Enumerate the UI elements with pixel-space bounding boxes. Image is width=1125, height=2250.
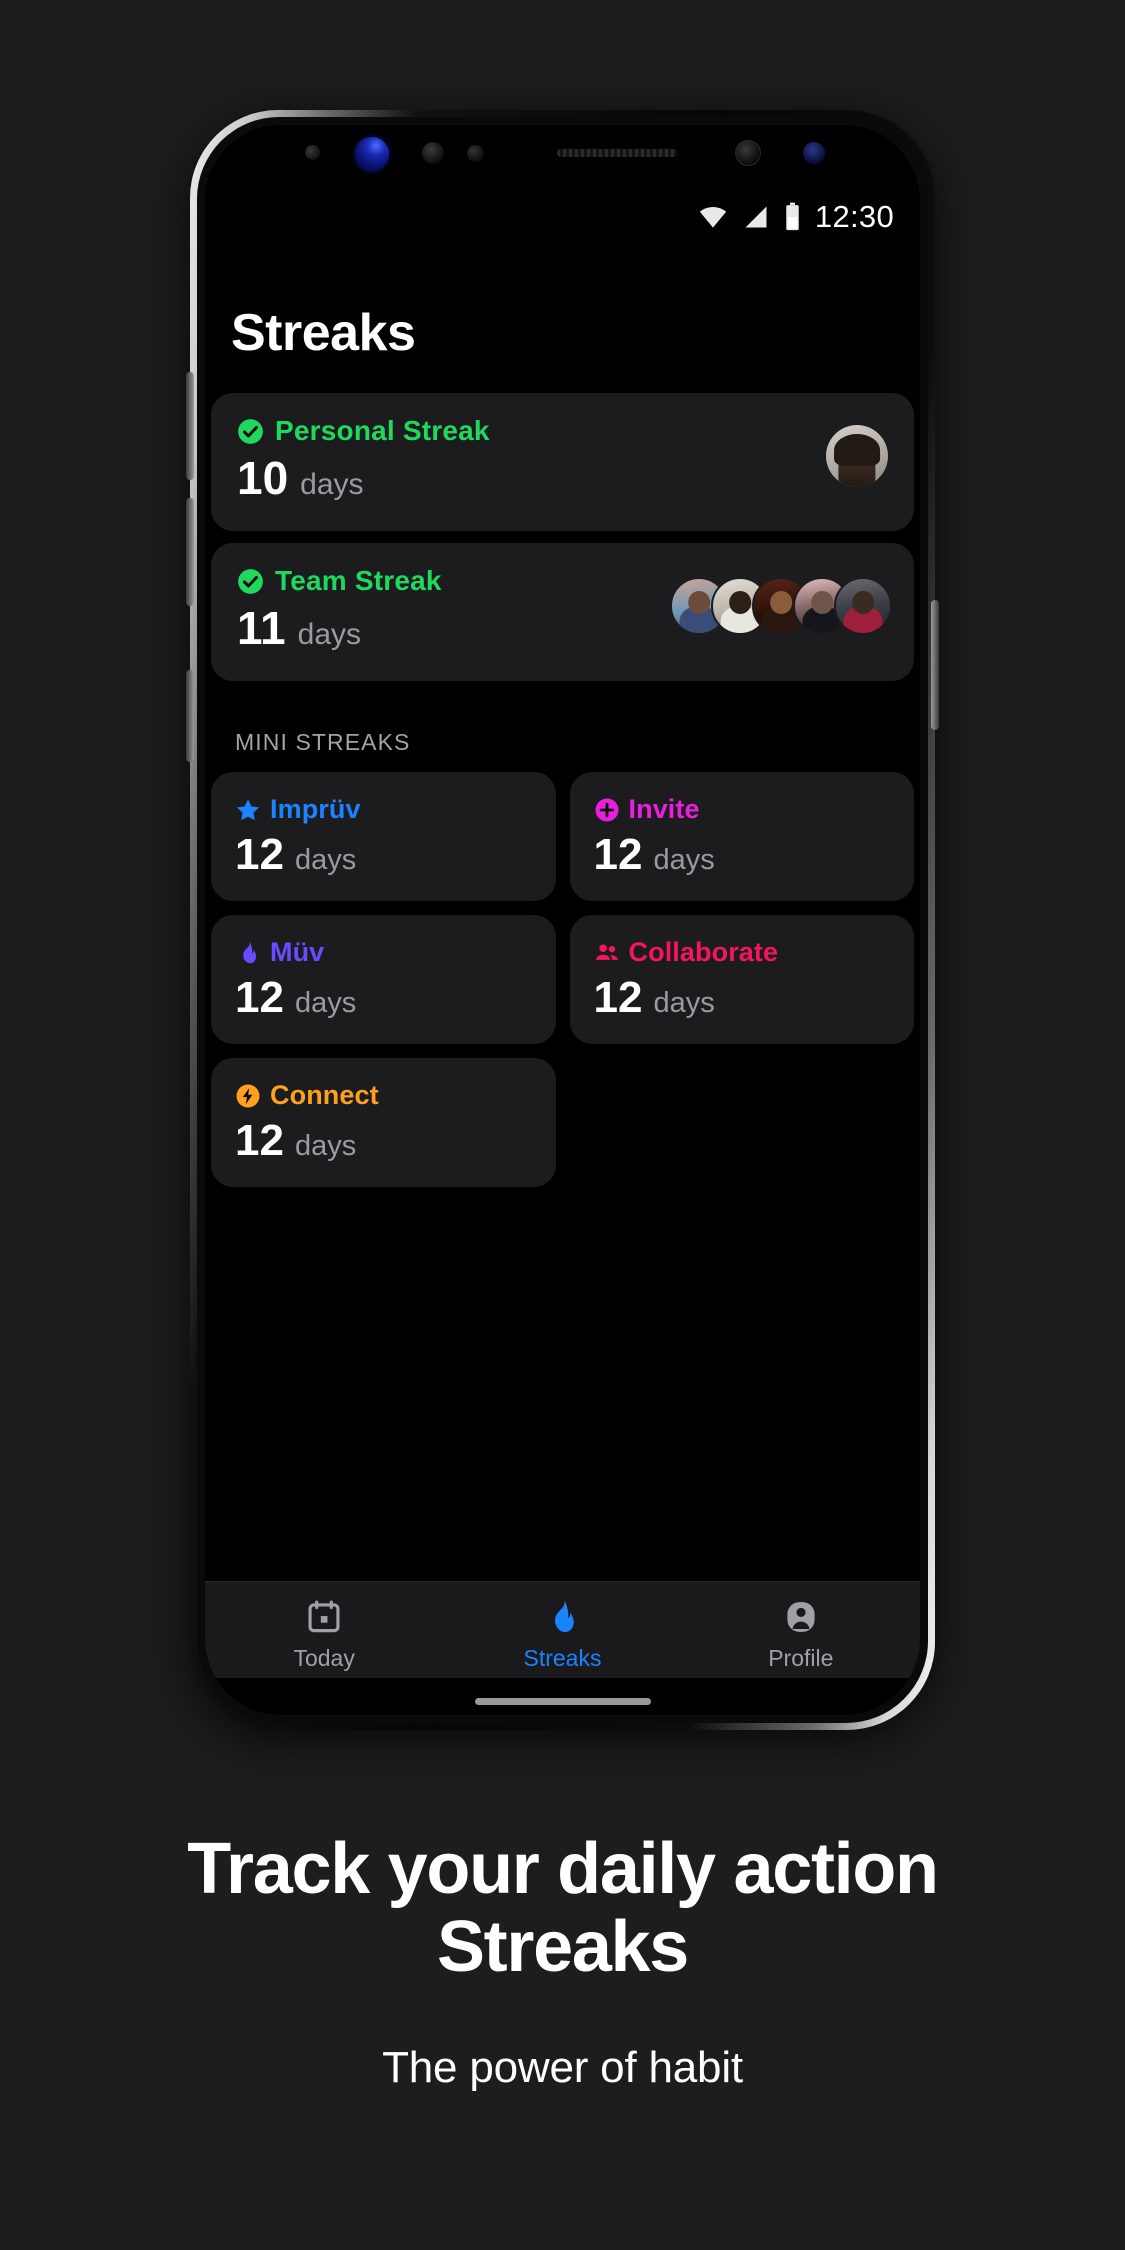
assistant-button[interactable] xyxy=(186,670,194,762)
plus-circle-icon xyxy=(595,798,618,821)
mini-streak-card-muv[interactable]: Müv 12 days xyxy=(211,915,556,1044)
mini-streak-metric: 12 days xyxy=(594,976,891,1020)
promo-headline-line2: Streaks xyxy=(436,1907,689,1988)
promo-caption: Track your daily action Streaks The powe… xyxy=(0,1830,1125,2093)
mini-streak-unit: days xyxy=(653,987,715,1019)
front-camera-icon xyxy=(355,137,389,171)
team-streak-count: 11 xyxy=(237,602,286,654)
promo-subhead: The power of habit xyxy=(382,2042,743,2092)
mini-streak-label: Imprüv xyxy=(270,794,361,824)
team-avatar-stack[interactable] xyxy=(670,577,892,635)
mini-streak-label: Collaborate xyxy=(628,937,779,967)
bottom-tab-bar: Today Streaks Profile xyxy=(205,1581,920,1678)
avatar xyxy=(834,577,892,635)
mini-streak-count: 12 xyxy=(593,830,643,879)
status-bar: 12:30 xyxy=(205,189,920,245)
promo-headline: Track your daily action Streaks xyxy=(0,1830,1125,1987)
mini-streak-card-connect[interactable]: Connect 12 days xyxy=(211,1058,556,1187)
avatar-head xyxy=(688,590,710,614)
tab-profile[interactable]: Profile xyxy=(682,1598,920,1672)
tab-label-today: Today xyxy=(293,1645,355,1671)
tab-today[interactable]: Today xyxy=(205,1598,443,1672)
volume-down-button[interactable] xyxy=(186,498,194,606)
avatar-head xyxy=(852,590,874,614)
avatar-hair xyxy=(834,433,880,466)
app-screen: 12:30 Streaks Personal Streak 10 days Te… xyxy=(205,189,920,1715)
mini-streak-metric: 12 days xyxy=(235,976,532,1020)
mini-streak-header: Invite xyxy=(594,794,891,825)
promo-screenshot-page: 12:30 Streaks Personal Streak 10 days Te… xyxy=(0,0,1125,2250)
mini-streak-metric: 12 days xyxy=(235,1119,532,1163)
mini-streak-card-invite[interactable]: Invite 12 days xyxy=(569,772,914,901)
mini-streak-label: Connect xyxy=(270,1080,379,1110)
tab-label-profile: Profile xyxy=(768,1645,834,1671)
flame-icon xyxy=(555,1600,575,1633)
person-icon xyxy=(787,1602,815,1632)
app-header: Streaks xyxy=(205,245,920,393)
people-icon xyxy=(595,943,618,960)
personal-streak-count: 10 xyxy=(237,452,289,504)
bolt-circle-icon xyxy=(236,1084,260,1107)
promo-headline-line1: Track your daily action xyxy=(187,1829,939,1909)
mini-streak-header: Müv xyxy=(235,937,532,968)
mini-streak-card-collaborate[interactable]: Collaborate 12 days xyxy=(569,915,914,1044)
personal-streak-label: Personal Streak xyxy=(275,415,490,446)
iris-scanner-icon xyxy=(803,142,825,164)
home-indicator[interactable] xyxy=(474,1698,651,1705)
cellular-signal-icon xyxy=(745,206,767,228)
status-bar-clock: 12:30 xyxy=(814,199,894,234)
ir-sensor-icon xyxy=(305,145,320,160)
mini-streak-metric: 12 days xyxy=(594,833,891,877)
personal-streak-card[interactable]: Personal Streak 10 days xyxy=(211,393,914,531)
tab-streaks[interactable]: Streaks xyxy=(443,1598,681,1672)
team-streak-unit: days xyxy=(297,618,362,651)
mini-streak-header: Connect xyxy=(235,1080,532,1111)
personal-streak-header: Personal Streak xyxy=(237,415,888,447)
mini-streak-header: Collaborate xyxy=(594,937,891,968)
earpiece-speaker xyxy=(557,149,677,157)
star-icon xyxy=(236,798,260,820)
page-title: Streaks xyxy=(231,304,416,362)
mini-streak-header: Imprüv xyxy=(235,794,532,825)
wifi-icon xyxy=(699,207,727,228)
mini-streak-count: 12 xyxy=(235,830,284,879)
avatar-head xyxy=(729,590,751,614)
flame-icon xyxy=(243,941,257,963)
avatar-head xyxy=(770,590,792,614)
calendar-icon xyxy=(308,1600,340,1633)
avatar-head xyxy=(811,590,833,614)
top-bezel xyxy=(205,125,920,189)
personal-streak-unit: days xyxy=(300,468,364,501)
battery-icon xyxy=(786,202,799,231)
notification-led-icon xyxy=(467,145,484,162)
personal-streak-metric: 10 days xyxy=(237,455,888,502)
phone-device-mockup: 12:30 Streaks Personal Streak 10 days Te… xyxy=(186,110,939,1730)
check-circle-icon xyxy=(238,418,263,444)
volume-up-button[interactable] xyxy=(186,372,194,480)
mini-streak-unit: days xyxy=(294,1130,357,1162)
mini-streaks-grid: Imprüv 12 days Invite 12 days Müv 12 day… xyxy=(205,772,920,1187)
proximity-sensor-icon xyxy=(422,142,444,164)
phone-display: 12:30 Streaks Personal Streak 10 days Te… xyxy=(205,125,920,1715)
mini-streak-unit: days xyxy=(653,844,715,876)
team-streak-label: Team Streak xyxy=(275,565,442,596)
mini-streak-unit: days xyxy=(294,844,357,876)
mini-streak-label: Invite xyxy=(628,794,700,824)
mini-streak-count: 12 xyxy=(235,973,284,1022)
power-button[interactable] xyxy=(931,600,939,730)
team-streak-card[interactable]: Team Streak 11 days xyxy=(211,543,914,681)
mini-streak-count: 12 xyxy=(235,1116,284,1165)
face-sensor-icon xyxy=(735,140,761,166)
mini-streak-count: 12 xyxy=(593,973,643,1022)
mini-streak-metric: 12 days xyxy=(235,833,532,877)
avatar[interactable] xyxy=(826,425,888,487)
mini-streak-label: Müv xyxy=(270,937,325,967)
mini-streak-unit: days xyxy=(294,987,357,1019)
mini-streak-card-impruv[interactable]: Imprüv 12 days xyxy=(211,772,556,901)
mini-grid-empty-slot xyxy=(570,1058,915,1187)
tab-label-streaks: Streaks xyxy=(523,1645,602,1671)
mini-streaks-section-label: MINI STREAKS xyxy=(235,729,411,755)
check-circle-icon xyxy=(238,568,263,594)
